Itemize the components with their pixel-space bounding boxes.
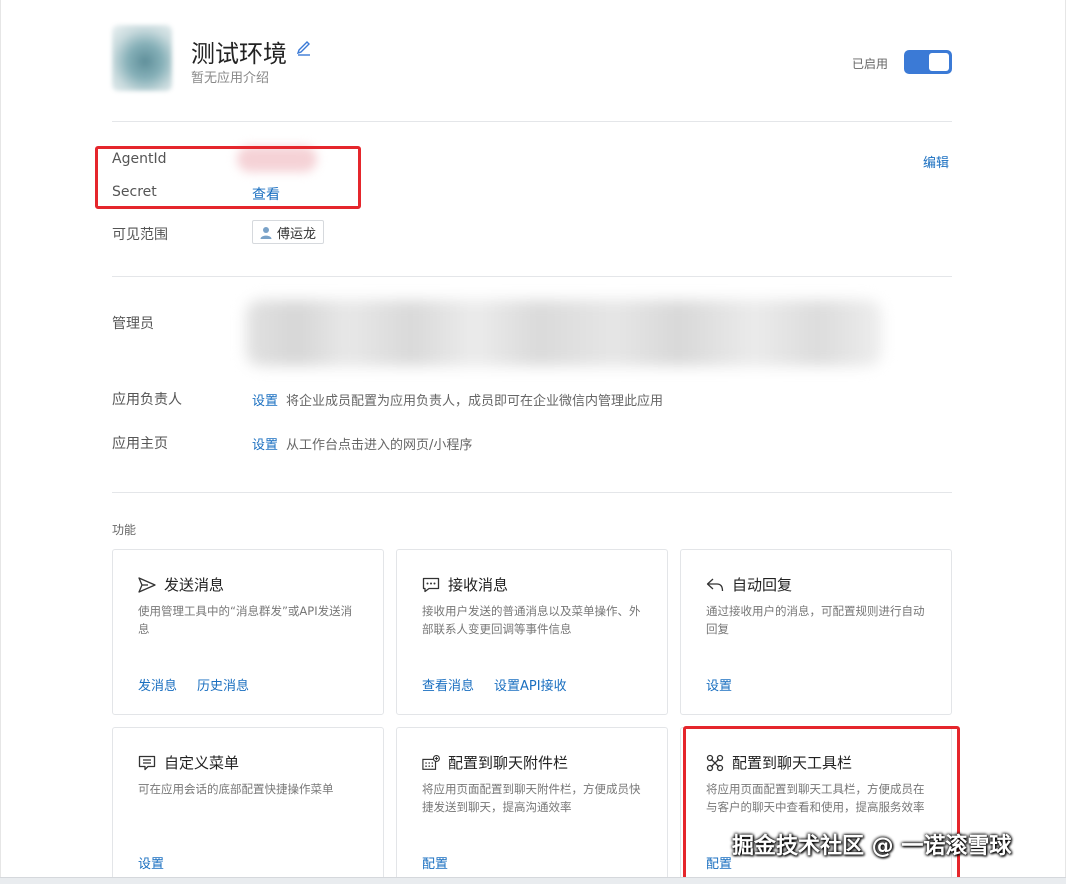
homepage-description: 从工作台点击进入的网页/小程序 (286, 438, 473, 453)
history-messages-link[interactable]: 历史消息 (197, 675, 249, 694)
view-messages-link[interactable]: 查看消息 (422, 675, 474, 694)
reply-icon (706, 576, 724, 594)
menu-icon (138, 754, 156, 772)
divider (112, 276, 952, 277)
autoreply-settings-link[interactable]: 设置 (706, 675, 732, 694)
card-description: 通过接收用户的消息，可配置规则进行自动回复 (706, 604, 925, 636)
features-section-label: 功能 (112, 523, 137, 537)
card-title: 自动回复 (706, 574, 792, 595)
send-icon (138, 576, 156, 594)
attachment-bar-icon (422, 754, 440, 772)
edit-title-icon[interactable] (296, 40, 312, 60)
card-title: 发送消息 (138, 574, 224, 595)
visibility-label: 可见范围 (112, 227, 168, 243)
user-icon (259, 225, 273, 239)
visibility-user-tag[interactable]: 傅运龙 (252, 220, 325, 244)
card-description: 接收用户发送的普通消息以及菜单操作、外部联系人变更回调等事件信息 (422, 604, 641, 636)
set-api-receive-link[interactable]: 设置API接收 (494, 675, 567, 694)
card-title: 自定义菜单 (138, 752, 239, 773)
feature-card-send: 发送消息 使用管理工具中的“消息群发”或API发送消息 发消息 历史消息 (112, 549, 384, 715)
card-description: 可在应用会话的底部配置快捷操作菜单 (138, 782, 334, 796)
visibility-user-name: 傅运龙 (277, 226, 317, 242)
owner-row: 设置 将企业成员配置为应用负责人，成员即可在企业微信内管理此应用 (252, 390, 663, 409)
feature-card-autoreply: 自动回复 通过接收用户的消息，可配置规则进行自动回复 设置 (680, 549, 952, 715)
enable-toggle[interactable] (904, 50, 952, 74)
homepage-row: 设置 从工作台点击进入的网页/小程序 (252, 434, 472, 453)
homepage-set-link[interactable]: 设置 (252, 438, 278, 453)
app-title: 测试环境 (191, 40, 287, 68)
send-message-link[interactable]: 发消息 (138, 675, 177, 694)
divider (112, 121, 952, 122)
highlight-box (95, 146, 361, 209)
chat-icon (422, 576, 440, 594)
edit-link[interactable]: 编辑 (923, 152, 949, 171)
app-description: 暂无应用介绍 (191, 71, 270, 86)
homepage-label: 应用主页 (112, 436, 168, 452)
owner-description: 将企业成员配置为应用负责人，成员即可在企业微信内管理此应用 (286, 394, 664, 409)
card-title: 接收消息 (422, 574, 508, 595)
card-links: 设置 (706, 675, 732, 694)
app-logo (112, 25, 172, 91)
divider (112, 492, 952, 493)
status-label: 已启用 (852, 57, 889, 71)
card-title-text: 配置到聊天附件栏 (448, 754, 569, 772)
feature-card-attachment-bar: 配置到聊天附件栏 将应用页面配置到聊天附件栏，方便成员快捷发送到聊天，提高沟通效… (396, 727, 668, 883)
toggle-knob (929, 53, 949, 71)
card-description: 使用管理工具中的“消息群发”或API发送消息 (138, 604, 353, 636)
card-description: 将应用页面配置到聊天附件栏，方便成员快捷发送到聊天，提高沟通效率 (422, 782, 641, 814)
card-links: 发消息 历史消息 (138, 675, 249, 694)
custom-menu-settings-link[interactable]: 设置 (138, 853, 164, 872)
feature-card-custom-menu: 自定义菜单 可在应用会话的底部配置快捷操作菜单 设置 (112, 727, 384, 883)
admin-label: 管理员 (112, 316, 154, 332)
watermark-text: 掘金技术社区 @ 一诺滚雪球 (732, 834, 1012, 859)
card-title: 配置到聊天附件栏 (422, 752, 568, 773)
card-title-text: 发送消息 (164, 576, 225, 594)
card-links: 设置 (138, 853, 164, 872)
feature-card-receive: 接收消息 接收用户发送的普通消息以及菜单操作、外部联系人变更回调等事件信息 查看… (396, 549, 668, 715)
card-title-text: 自定义菜单 (164, 754, 240, 772)
owner-set-link[interactable]: 设置 (252, 394, 278, 409)
owner-label: 应用负责人 (112, 392, 182, 408)
card-links: 查看消息 设置API接收 (422, 675, 567, 694)
card-title-text: 接收消息 (448, 576, 509, 594)
card-links: 配置 (422, 853, 448, 872)
admin-list-redacted (246, 300, 882, 366)
card-title-text: 自动回复 (732, 576, 793, 594)
attachment-bar-config-link[interactable]: 配置 (422, 853, 448, 872)
